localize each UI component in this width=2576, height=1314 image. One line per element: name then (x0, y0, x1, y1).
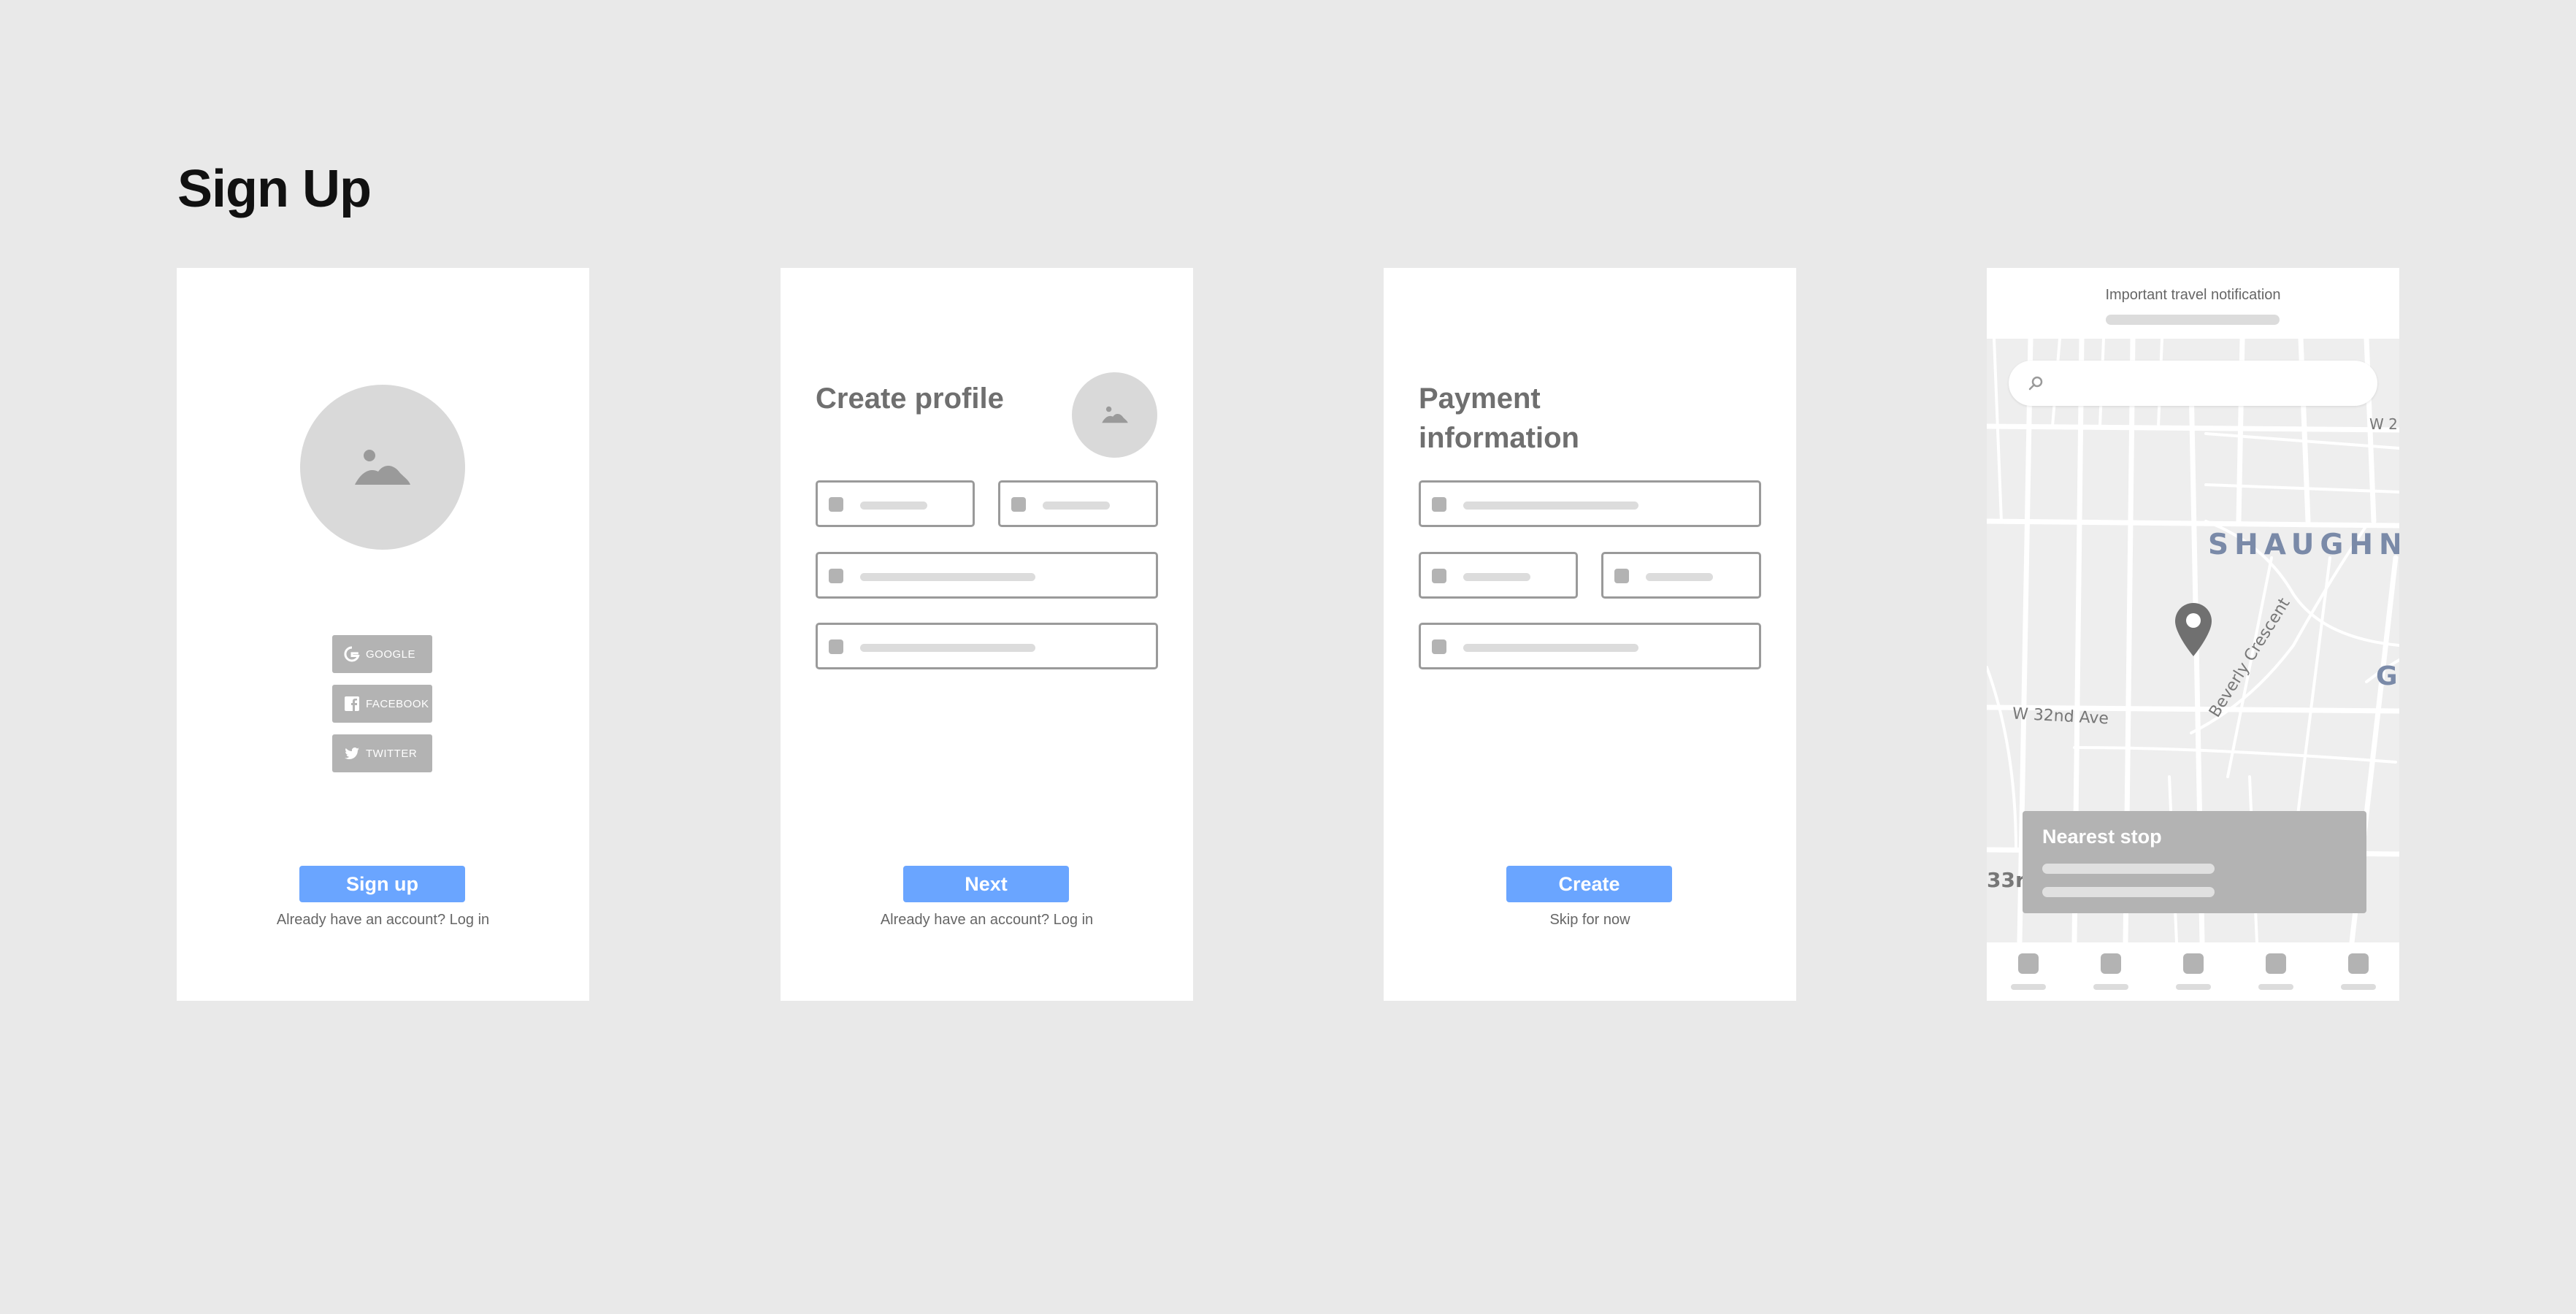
field-placeholder (860, 644, 1035, 652)
tab-icon (2348, 953, 2369, 974)
email-field[interactable] (816, 552, 1158, 599)
next-button[interactable]: Next (903, 866, 1069, 902)
notification-detail-placeholder (2106, 315, 2280, 325)
field-icon (829, 569, 843, 583)
sign-up-button[interactable]: Sign up (299, 866, 465, 902)
tab-label-placeholder (2011, 984, 2046, 990)
login-link[interactable]: Already have an account? Log in (781, 912, 1193, 929)
create-profile-screen: Create profile Next Already have an acco… (781, 268, 1193, 1001)
create-button[interactable]: Create (1506, 866, 1672, 902)
twitter-label: TWITTER (366, 747, 418, 760)
notification-text: Important travel notification (2105, 287, 2281, 303)
field-icon (1432, 497, 1446, 512)
stop-detail-placeholder (2042, 864, 2215, 874)
nearest-stop-card[interactable]: Nearest stop (2023, 811, 2366, 913)
tab-label-placeholder (2093, 984, 2128, 990)
screen-title: Payment information (1419, 383, 1579, 454)
map-screen: Important travel notification SHAUGHN Be… (1987, 268, 2399, 1001)
facebook-icon (344, 696, 360, 712)
field-icon (829, 497, 843, 512)
last-name-field[interactable] (998, 480, 1158, 527)
tab-4[interactable] (2254, 942, 2298, 1001)
google-signup-button[interactable]: GOOGLE (332, 635, 432, 673)
login-link[interactable]: Already have an account? Log in (177, 912, 589, 929)
field-icon (829, 639, 843, 654)
field-icon (1432, 569, 1446, 583)
facebook-signup-button[interactable]: FACEBOOK (332, 685, 432, 723)
image-icon (355, 450, 410, 485)
tab-icon (2266, 953, 2286, 974)
street-label-33r: 33r (1987, 868, 2025, 892)
field-placeholder (1043, 502, 1110, 510)
skip-link[interactable]: Skip for now (1384, 912, 1796, 929)
field-icon (1011, 497, 1026, 512)
field-placeholder (1646, 573, 1713, 581)
page-title: Sign Up (177, 160, 372, 218)
search-bar[interactable] (2009, 361, 2377, 406)
field-placeholder (1463, 573, 1530, 581)
street-label-g: G (2376, 661, 2398, 691)
stop-detail-placeholder (2042, 887, 2215, 897)
tab-label-placeholder (2341, 984, 2376, 990)
expiry-field[interactable] (1419, 552, 1578, 599)
card-number-field[interactable] (1419, 480, 1761, 527)
tab-icon (2018, 953, 2039, 974)
field-placeholder (860, 573, 1035, 581)
signup-screen: GOOGLE FACEBOOK TWITTER Sign up Already … (177, 268, 589, 1001)
image-icon (1102, 406, 1128, 423)
profile-photo-placeholder[interactable] (1072, 372, 1157, 458)
tab-icon (2101, 953, 2121, 974)
tab-5[interactable] (2337, 942, 2380, 1001)
payment-screen: Payment information Create Skip for now (1384, 268, 1796, 1001)
screen-title: Create profile (816, 383, 1004, 415)
field-icon (1614, 569, 1629, 583)
neighborhood-label: SHAUGHN (2208, 529, 2399, 561)
first-name-field[interactable] (816, 480, 975, 527)
search-icon (2028, 376, 2043, 391)
field-placeholder (860, 502, 927, 510)
location-pin-icon (2175, 603, 2212, 656)
field-placeholder (1463, 644, 1638, 652)
twitter-icon (344, 745, 360, 761)
tab-3[interactable] (2171, 942, 2215, 1001)
tab-label-placeholder (2176, 984, 2211, 990)
tab-1[interactable] (2006, 942, 2050, 1001)
google-icon (344, 646, 360, 662)
password-field[interactable] (816, 623, 1158, 669)
street-label-w-2: W 2 (2369, 415, 2398, 433)
tab-icon (2183, 953, 2204, 974)
field-placeholder (1463, 502, 1638, 510)
notification-header[interactable]: Important travel notification (1987, 268, 2399, 339)
cvv-field[interactable] (1601, 552, 1761, 599)
field-icon (1432, 639, 1446, 654)
tab-2[interactable] (2089, 942, 2133, 1001)
twitter-signup-button[interactable]: TWITTER (332, 734, 432, 772)
tab-label-placeholder (2258, 984, 2293, 990)
facebook-label: FACEBOOK (366, 697, 429, 710)
bottom-tab-bar (1987, 942, 2399, 1001)
cardholder-field[interactable] (1419, 623, 1761, 669)
nearest-stop-title: Nearest stop (2042, 826, 2162, 848)
avatar-placeholder[interactable] (300, 385, 465, 550)
google-label: GOOGLE (366, 648, 416, 661)
